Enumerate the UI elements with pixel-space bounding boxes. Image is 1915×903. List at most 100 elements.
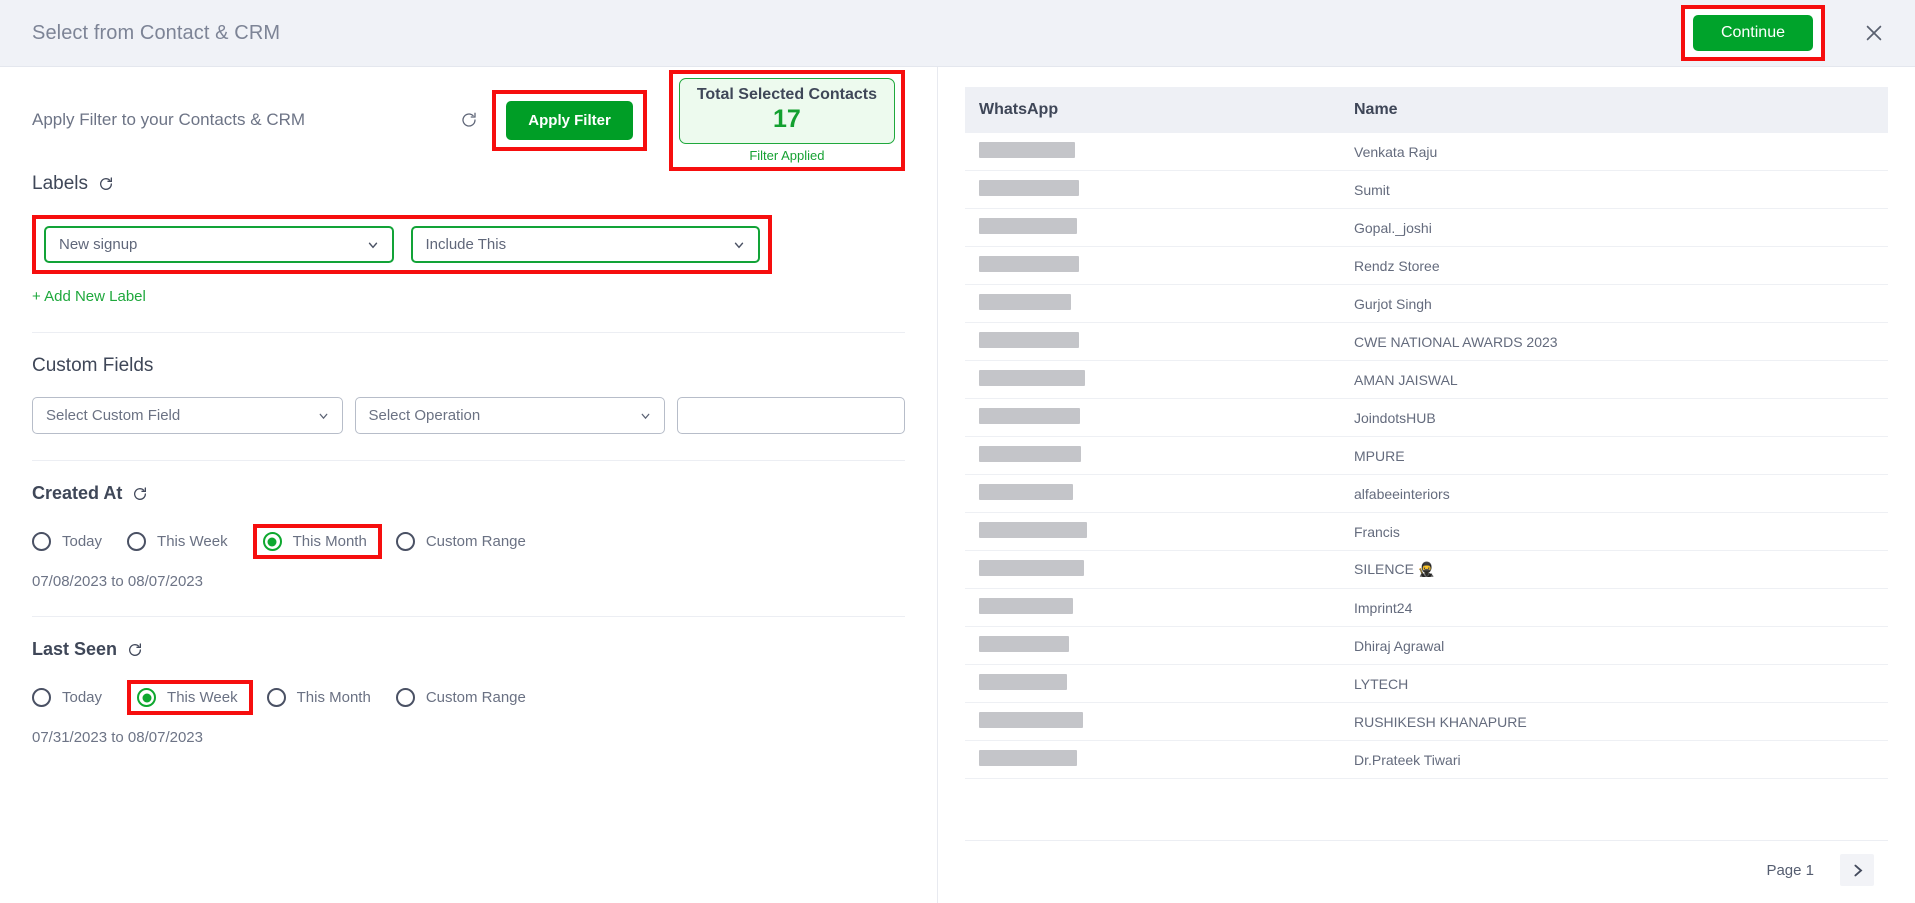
cell-name: Gopal._joshi bbox=[1340, 208, 1888, 247]
radio-icon bbox=[32, 688, 51, 707]
cell-whatsapp bbox=[965, 664, 1340, 703]
created-at-radio-group: Today This Week This Month Custom Range bbox=[32, 524, 905, 559]
cell-name: Francis bbox=[1340, 512, 1888, 551]
cell-whatsapp bbox=[965, 740, 1340, 779]
last-seen-option-custom-range[interactable]: Custom Range bbox=[395, 682, 536, 713]
last-seen-refresh-icon[interactable] bbox=[126, 641, 143, 658]
custom-operation-select[interactable]: Select Operation bbox=[354, 397, 665, 434]
table-row[interactable]: Gopal._joshi bbox=[965, 208, 1888, 247]
cell-whatsapp bbox=[965, 702, 1340, 741]
created-at-option-custom-range[interactable]: Custom Range bbox=[395, 526, 536, 557]
chevron-down-icon bbox=[317, 409, 330, 422]
last-seen-option-this-month[interactable]: This Month bbox=[266, 682, 381, 713]
labels-refresh-icon[interactable] bbox=[97, 176, 114, 193]
table-row[interactable]: Dhiraj Agrawal bbox=[965, 626, 1888, 665]
add-new-label-link[interactable]: + Add New Label bbox=[32, 288, 146, 305]
redacted-phone bbox=[979, 294, 1071, 310]
chevron-down-icon bbox=[639, 409, 652, 422]
apply-filter-actions: Apply Filter Total Selected Contacts 17 … bbox=[458, 69, 905, 171]
custom-field-select[interactable]: Select Custom Field bbox=[32, 397, 343, 434]
table-row[interactable]: Sumit bbox=[965, 170, 1888, 209]
table-row[interactable]: Rendz Storee bbox=[965, 246, 1888, 285]
last-seen-option-today[interactable]: Today bbox=[32, 682, 112, 713]
last-seen-range-text: 07/31/2023 to 08/07/2023 bbox=[32, 729, 203, 746]
cell-name: alfabeeinteriors bbox=[1340, 474, 1888, 513]
cell-name: SILENCE 🥷 bbox=[1340, 550, 1888, 589]
custom-fields-section: Custom Fields Select Custom Field Select… bbox=[32, 333, 905, 460]
chevron-right-icon[interactable] bbox=[1840, 854, 1874, 886]
page-title: Select from Contact & CRM bbox=[32, 21, 281, 44]
radio-label: Today bbox=[62, 533, 103, 550]
table-row[interactable]: LYTECH bbox=[965, 664, 1888, 703]
redacted-phone bbox=[979, 522, 1087, 538]
apply-filter-label: Apply Filter to your Contacts & CRM bbox=[32, 110, 306, 129]
table-row[interactable]: Gurjot Singh bbox=[965, 284, 1888, 323]
redacted-phone bbox=[979, 218, 1077, 234]
label-condition-value: Include This bbox=[425, 236, 507, 253]
created-at-section: Created At Today This Week This Month Cu… bbox=[32, 461, 905, 616]
last-seen-option-this-week[interactable]: This Week bbox=[127, 680, 253, 715]
apply-filter-button[interactable]: Apply Filter bbox=[506, 100, 633, 140]
cell-whatsapp bbox=[965, 512, 1340, 551]
last-seen-radio-group: Today This Week This Month Custom Range bbox=[32, 680, 905, 715]
total-selected-highlight: Total Selected Contacts 17 Filter Applie… bbox=[668, 69, 905, 171]
created-at-option-today[interactable]: Today bbox=[32, 526, 112, 557]
table-row[interactable]: SILENCE 🥷 bbox=[965, 550, 1888, 589]
continue-button[interactable]: Continue bbox=[1692, 15, 1813, 51]
created-at-option-this-month[interactable]: This Month bbox=[252, 524, 382, 559]
created-at-range-text: 07/08/2023 to 08/07/2023 bbox=[32, 573, 203, 590]
cell-name: Dr.Prateek Tiwari bbox=[1340, 740, 1888, 779]
labels-section: Labels New signup Include This + Add New… bbox=[32, 167, 905, 332]
radio-label: This Week bbox=[167, 689, 238, 706]
filter-panel: Apply Filter to your Contacts & CRM Appl… bbox=[0, 67, 938, 903]
radio-icon-selected bbox=[137, 688, 157, 707]
created-at-refresh-icon[interactable] bbox=[131, 485, 148, 502]
redacted-phone bbox=[979, 750, 1077, 766]
table-row[interactable]: Venkata Raju bbox=[965, 133, 1888, 171]
table-row[interactable]: CWE NATIONAL AWARDS 2023 bbox=[965, 322, 1888, 361]
contacts-table: WhatsApp Name Venkata Raju Sumit Gopal._jo… bbox=[965, 87, 1888, 779]
header-actions: Continue bbox=[1680, 5, 1889, 61]
cell-whatsapp bbox=[965, 398, 1340, 437]
cell-name: JoindotsHUB bbox=[1340, 398, 1888, 437]
cell-whatsapp bbox=[965, 588, 1340, 627]
table-row[interactable]: AMAN JAISWAL bbox=[965, 360, 1888, 399]
redacted-phone bbox=[979, 712, 1083, 728]
label-select[interactable]: New signup bbox=[44, 226, 394, 263]
contacts-panel: WhatsApp Name Venkata Raju Sumit Gopal._jo… bbox=[938, 67, 1915, 903]
last-seen-title-row: Last Seen bbox=[32, 639, 905, 660]
close-icon[interactable] bbox=[1859, 18, 1889, 48]
cell-name: AMAN JAISWAL bbox=[1340, 360, 1888, 399]
radio-icon bbox=[127, 532, 147, 551]
created-at-option-this-week[interactable]: This Week bbox=[127, 526, 238, 557]
contacts-table-head: WhatsApp Name bbox=[965, 87, 1888, 133]
cell-whatsapp bbox=[965, 246, 1340, 285]
custom-operation-select-value: Select Operation bbox=[368, 407, 481, 424]
cell-name: Dhiraj Agrawal bbox=[1340, 626, 1888, 665]
table-row[interactable]: RUSHIKESH KHANAPURE bbox=[965, 702, 1888, 741]
filter-status-text: Filter Applied bbox=[749, 147, 825, 163]
label-condition-select[interactable]: Include This bbox=[410, 226, 760, 263]
chevron-down-icon bbox=[366, 238, 380, 252]
total-selected-card: Total Selected Contacts 17 bbox=[678, 77, 895, 144]
table-row[interactable]: Dr.Prateek Tiwari bbox=[965, 740, 1888, 779]
table-row[interactable]: alfabeeinteriors bbox=[965, 474, 1888, 513]
custom-value-input[interactable] bbox=[677, 397, 905, 434]
table-row[interactable]: JoindotsHUB bbox=[965, 398, 1888, 437]
cell-whatsapp bbox=[965, 550, 1340, 589]
cell-whatsapp bbox=[965, 436, 1340, 475]
table-row[interactable]: Imprint24 bbox=[965, 588, 1888, 627]
table-row[interactable]: Francis bbox=[965, 512, 1888, 551]
cell-whatsapp bbox=[965, 322, 1340, 361]
custom-fields-row: Select Custom Field Select Operation bbox=[32, 397, 905, 434]
cell-name: Sumit bbox=[1340, 170, 1888, 209]
cell-name: Imprint24 bbox=[1340, 588, 1888, 627]
total-selected-value: 17 bbox=[773, 104, 801, 133]
column-header-name: Name bbox=[1340, 87, 1888, 133]
radio-label: Today bbox=[62, 689, 103, 706]
refresh-icon[interactable] bbox=[458, 109, 480, 131]
table-row[interactable]: MPURE bbox=[965, 436, 1888, 475]
cell-whatsapp bbox=[965, 133, 1340, 171]
cell-whatsapp bbox=[965, 284, 1340, 323]
radio-icon bbox=[395, 532, 415, 551]
